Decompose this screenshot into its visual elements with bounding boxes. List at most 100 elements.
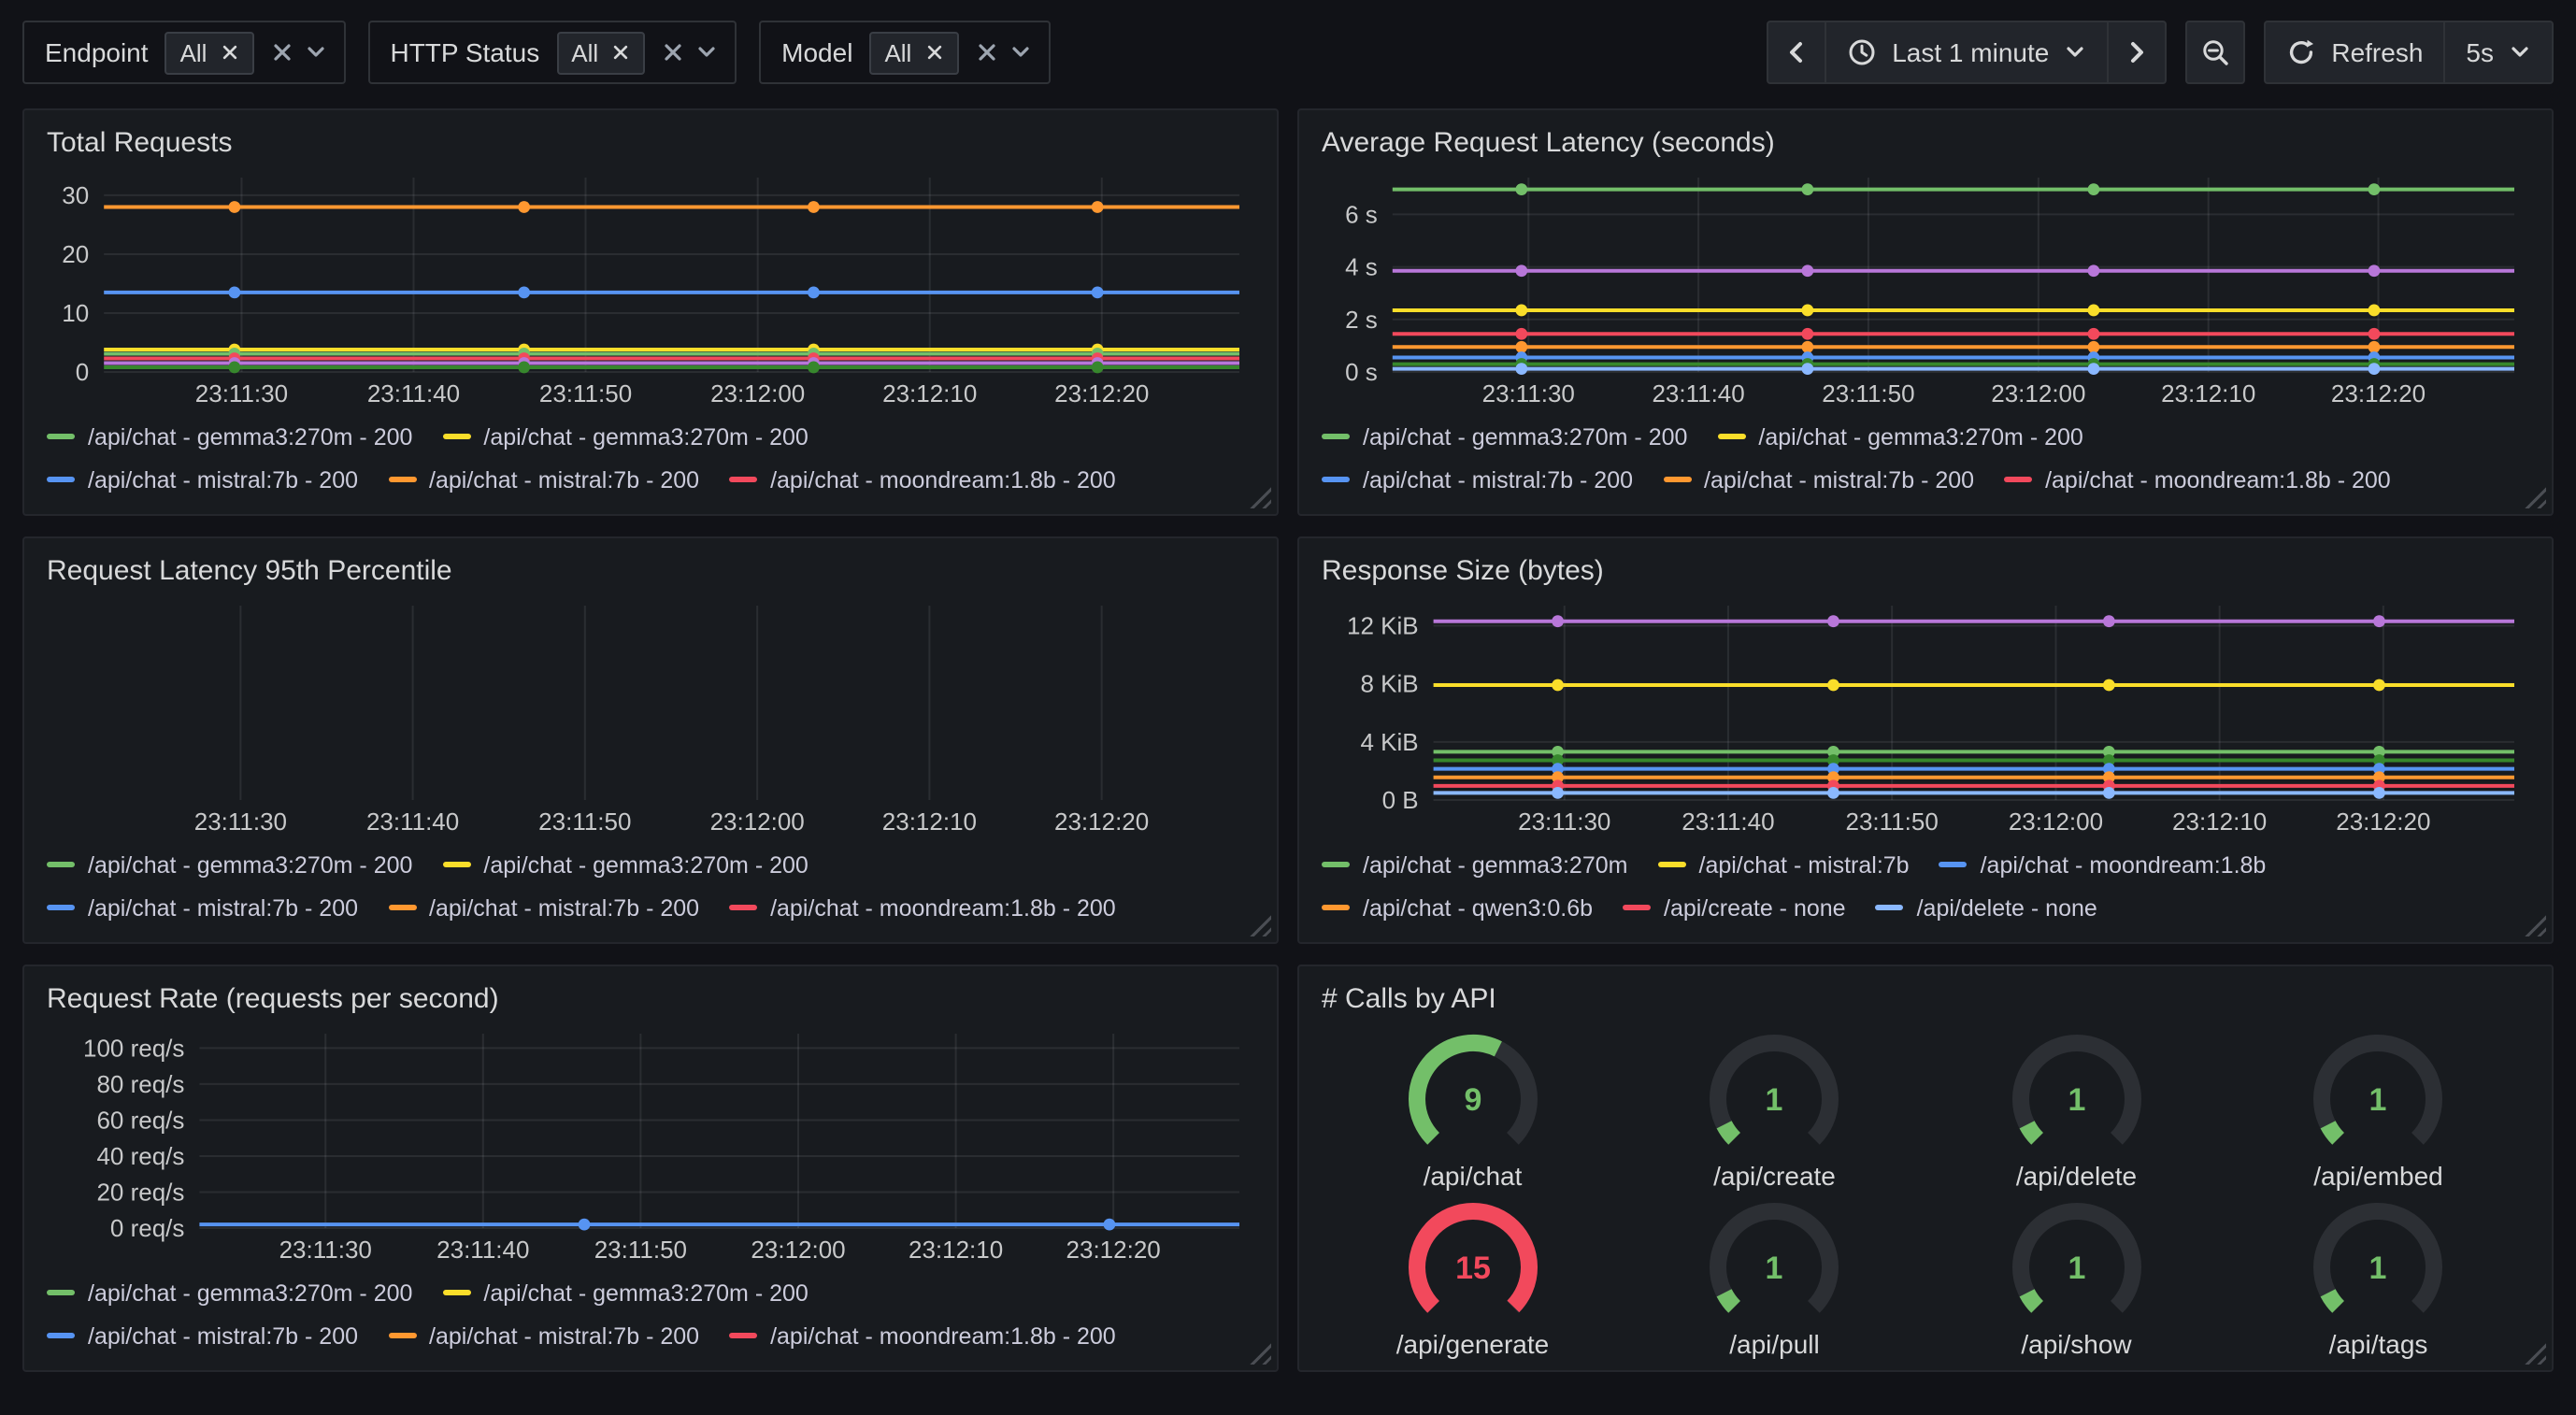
svg-text:80 req/s: 80 req/s	[96, 1070, 184, 1098]
remove-filter-value-icon[interactable]	[611, 43, 630, 62]
filter-value-chip[interactable]: All	[869, 31, 958, 74]
legend-label: /api/chat - gemma3:270m - 200	[1363, 423, 1687, 450]
panel-request-rate: Request Rate (requests per second) 23:11…	[22, 965, 1279, 1372]
svg-text:23:12:20: 23:12:20	[2331, 379, 2426, 407]
legend-item[interactable]: /api/chat - qwen3:0.6b	[1322, 894, 1593, 921]
legend-item[interactable]: /api/chat - gemma3:270m - 200	[442, 1279, 808, 1306]
panel-title[interactable]: # Calls by API	[1322, 978, 2529, 1022]
panel-response-size: Response Size (bytes) 23:11:3023:11:4023…	[1297, 536, 2554, 944]
filter-label: Model	[781, 37, 852, 67]
series-color-dash	[47, 905, 75, 911]
legend-item[interactable]: /api/chat - mistral:7b - 200	[1663, 466, 1974, 493]
chevron-down-icon[interactable]	[1009, 41, 1031, 64]
legend-item[interactable]: /api/chat - moondream:1.8b - 200	[729, 894, 1116, 921]
legend-item[interactable]: /api/chat - gemma3:270m - 200	[1322, 423, 1687, 450]
time-shift-forward-button[interactable]	[2107, 21, 2167, 84]
svg-text:23:11:50: 23:11:50	[539, 379, 632, 407]
filter-model[interactable]: Model All	[759, 21, 1050, 84]
legend-label: /api/chat - gemma3:270m - 200	[88, 423, 412, 450]
svg-text:23:12:00: 23:12:00	[751, 1236, 845, 1264]
filter-endpoint[interactable]: Endpoint All	[22, 21, 345, 84]
chevron-down-icon[interactable]	[695, 41, 718, 64]
series-color-dash	[388, 905, 416, 911]
panel-title[interactable]: Request Latency 95th Percentile	[47, 550, 1254, 594]
svg-text:1: 1	[1766, 1081, 1783, 1117]
filter-chip-label: All	[884, 38, 911, 66]
refresh-interval-picker[interactable]: 5s	[2443, 21, 2554, 84]
svg-text:1: 1	[1766, 1250, 1783, 1285]
svg-text:23:11:40: 23:11:40	[436, 1236, 529, 1264]
legend-label: /api/chat - mistral:7b - 200	[1363, 466, 1633, 493]
legend-item[interactable]: /api/create - none	[1623, 894, 1846, 921]
svg-text:23:12:20: 23:12:20	[2336, 808, 2430, 836]
legend-item[interactable]: /api/chat - mistral:7b - 200	[388, 466, 699, 493]
series-color-dash	[47, 1290, 75, 1296]
filter-label: HTTP Status	[390, 37, 539, 67]
legend-item[interactable]: /api/chat - mistral:7b - 200	[388, 894, 699, 921]
legend-label: /api/chat - moondream:1.8b - 200	[770, 1322, 1116, 1349]
svg-text:0 B: 0 B	[1382, 786, 1419, 814]
legend-item[interactable]: /api/chat - moondream:1.8b - 200	[2004, 466, 2391, 493]
legend-item[interactable]: /api/chat - mistral:7b - 200	[47, 1322, 358, 1349]
svg-text:30: 30	[62, 181, 89, 209]
panel-title[interactable]: Total Requests	[47, 121, 1254, 166]
time-shift-back-button[interactable]	[1767, 21, 1826, 84]
series-color-dash	[1322, 905, 1350, 911]
legend-item[interactable]: /api/chat - gemma3:270m - 200	[1717, 423, 2082, 450]
panel-title[interactable]: Request Rate (requests per second)	[47, 978, 1254, 1022]
legend-item[interactable]: /api/chat - moondream:1.8b	[1939, 851, 2267, 878]
gauge-api-delete: 1/api/delete	[1995, 1031, 2159, 1190]
legend-label: /api/chat - mistral:7b - 200	[429, 894, 699, 921]
gauge-api-show: 1/api/show	[1995, 1199, 2159, 1358]
filter-value-chip[interactable]: All	[165, 31, 254, 74]
refresh-button[interactable]: Refresh	[2264, 21, 2445, 84]
legend-row: /api/chat - mistral:7b - 200/api/chat - …	[1322, 458, 2529, 501]
gauge-arc: 15	[1391, 1199, 1555, 1330]
series-color-dash	[2004, 477, 2032, 483]
filter-value-chip[interactable]: All	[556, 31, 645, 74]
time-range-picker[interactable]: Last 1 minute	[1825, 21, 2109, 84]
legend-label: /api/chat - moondream:1.8b - 200	[770, 894, 1116, 921]
legend-item[interactable]: /api/chat - gemma3:270m - 200	[442, 851, 808, 878]
legend-item[interactable]: /api/chat - mistral:7b - 200	[47, 466, 358, 493]
svg-text:0 s: 0 s	[1345, 358, 1378, 386]
series-color-dash	[388, 477, 416, 483]
legend-item[interactable]: /api/chat - moondream:1.8b - 200	[729, 466, 1116, 493]
clear-filter-icon[interactable]	[270, 41, 293, 64]
legend-item[interactable]: /api/chat - gemma3:270m - 200	[47, 1279, 412, 1306]
clear-filter-icon[interactable]	[975, 41, 997, 64]
panel-title[interactable]: Average Request Latency (seconds)	[1322, 121, 2529, 166]
gauge-api-pull: 1/api/pull	[1693, 1199, 1857, 1358]
legend-item[interactable]: /api/chat - mistral:7b - 200	[1322, 466, 1633, 493]
clear-filter-icon[interactable]	[662, 41, 684, 64]
chevron-down-icon	[2064, 41, 2086, 64]
filter-http-status[interactable]: HTTP Status All	[367, 21, 737, 84]
svg-text:23:12:10: 23:12:10	[2161, 379, 2255, 407]
legend-item[interactable]: /api/chat - gemma3:270m - 200	[47, 851, 412, 878]
legend-item[interactable]: /api/chat - gemma3:270m - 200	[47, 423, 412, 450]
legend-item[interactable]: /api/chat - gemma3:270m	[1322, 851, 1628, 878]
legend-item[interactable]: /api/chat - mistral:7b	[1658, 851, 1910, 878]
svg-text:60 req/s: 60 req/s	[96, 1106, 184, 1134]
svg-text:23:11:50: 23:11:50	[1846, 808, 1939, 836]
time-series-plot: 23:11:3023:11:4023:11:5023:12:0023:12:10…	[1322, 166, 2529, 411]
legend-item[interactable]: /api/chat - mistral:7b - 200	[47, 894, 358, 921]
remove-filter-value-icon[interactable]	[924, 43, 943, 62]
svg-text:4 s: 4 s	[1345, 253, 1378, 281]
legend-label: /api/chat - gemma3:270m	[1363, 851, 1628, 878]
legend-item[interactable]: /api/delete - none	[1876, 894, 2097, 921]
svg-text:23:11:50: 23:11:50	[538, 808, 631, 836]
remove-filter-value-icon[interactable]	[220, 43, 238, 62]
legend-item[interactable]: /api/chat - gemma3:270m - 200	[442, 423, 808, 450]
legend-item[interactable]: /api/chat - moondream:1.8b - 200	[729, 1322, 1116, 1349]
zoom-out-time-button[interactable]	[2185, 21, 2245, 84]
series-color-dash	[1939, 862, 1968, 868]
legend-item[interactable]: /api/chat - mistral:7b - 200	[388, 1322, 699, 1349]
legend-label: /api/chat - mistral:7b	[1699, 851, 1910, 878]
svg-text:23:12:20: 23:12:20	[1054, 808, 1149, 836]
series-color-dash	[1623, 905, 1651, 911]
panel-title[interactable]: Response Size (bytes)	[1322, 550, 2529, 594]
svg-text:2 s: 2 s	[1345, 306, 1378, 334]
time-series-plot: 23:11:3023:11:4023:11:5023:12:0023:12:10…	[47, 1022, 1254, 1267]
chevron-down-icon[interactable]	[304, 41, 326, 64]
